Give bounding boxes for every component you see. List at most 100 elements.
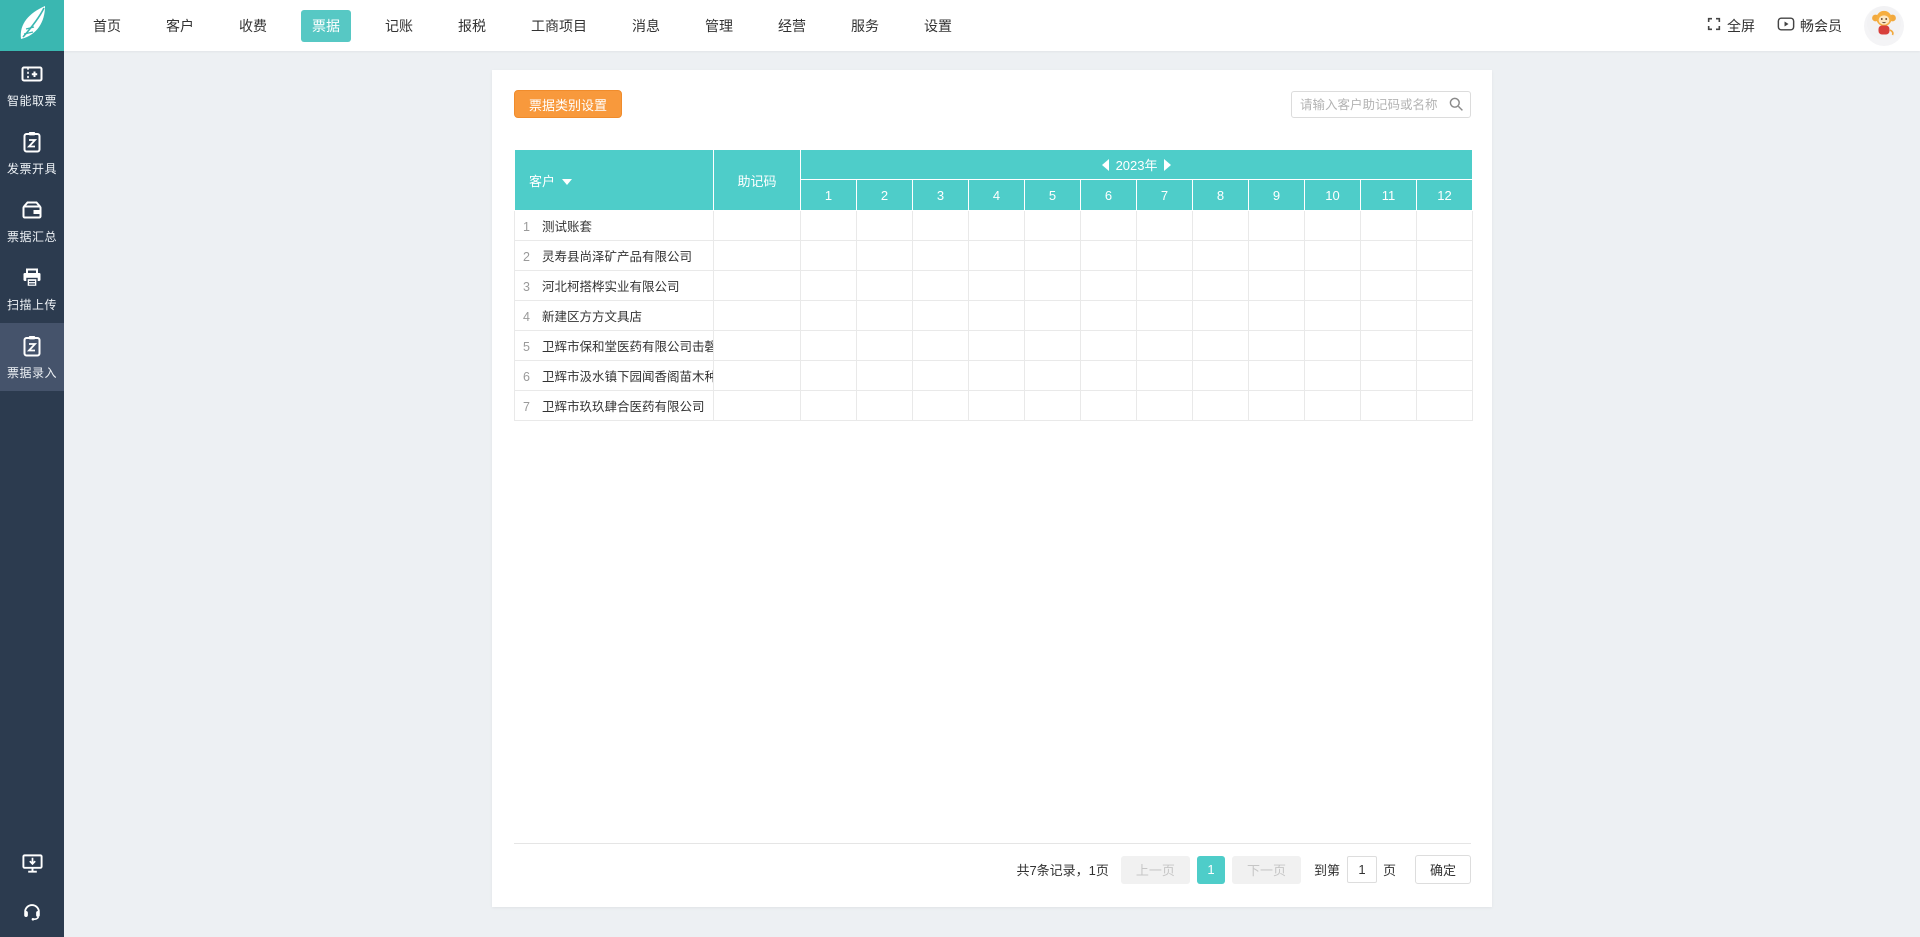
month-cell[interactable] <box>1361 391 1417 421</box>
month-cell[interactable] <box>801 331 857 361</box>
month-cell[interactable] <box>913 361 969 391</box>
nav-item-2[interactable]: 客户 <box>155 10 205 42</box>
month-cell[interactable] <box>1305 361 1361 391</box>
month-cell[interactable] <box>1305 211 1361 241</box>
month-cell[interactable] <box>1193 241 1249 271</box>
month-cell[interactable] <box>1361 271 1417 301</box>
month-cell[interactable] <box>1137 361 1193 391</box>
page-1-button[interactable]: 1 <box>1197 856 1225 884</box>
month-cell[interactable] <box>1193 301 1249 331</box>
customer-cell[interactable]: 3河北柯搭桦实业有限公司 <box>515 271 714 301</box>
sidebar-item-2[interactable]: 发票开具 <box>0 119 64 187</box>
app-logo[interactable] <box>0 0 64 51</box>
month-cell[interactable] <box>1249 211 1305 241</box>
month-cell[interactable] <box>913 271 969 301</box>
month-cell[interactable] <box>801 391 857 421</box>
headset-button[interactable] <box>0 890 64 937</box>
month-cell[interactable] <box>1193 391 1249 421</box>
goto-confirm-button[interactable]: 确定 <box>1415 855 1471 884</box>
month-cell[interactable] <box>801 301 857 331</box>
customer-cell[interactable]: 5卫辉市保和堂医药有限公司击磬... <box>515 331 714 361</box>
month-cell[interactable] <box>857 391 913 421</box>
month-cell[interactable] <box>1025 301 1081 331</box>
month-cell[interactable] <box>969 361 1025 391</box>
avatar[interactable] <box>1864 6 1904 46</box>
month-cell[interactable] <box>857 271 913 301</box>
month-cell[interactable] <box>969 241 1025 271</box>
month-cell[interactable] <box>1361 331 1417 361</box>
nav-item-4[interactable]: 票据 <box>301 10 351 42</box>
month-cell[interactable] <box>1249 361 1305 391</box>
month-cell[interactable] <box>1417 301 1473 331</box>
month-cell[interactable] <box>1361 361 1417 391</box>
month-cell[interactable] <box>1193 211 1249 241</box>
month-cell[interactable] <box>1193 331 1249 361</box>
next-year-arrow-icon[interactable] <box>1164 159 1171 171</box>
search-icon[interactable] <box>1448 96 1464 117</box>
month-cell[interactable] <box>1137 391 1193 421</box>
month-cell[interactable] <box>1417 241 1473 271</box>
sidebar-item-4[interactable]: 扫描上传 <box>0 255 64 323</box>
month-cell[interactable] <box>1361 241 1417 271</box>
month-cell[interactable] <box>1025 271 1081 301</box>
month-cell[interactable] <box>1081 301 1137 331</box>
month-cell[interactable] <box>1249 391 1305 421</box>
month-cell[interactable] <box>1361 211 1417 241</box>
nav-item-12[interactable]: 设置 <box>913 10 963 42</box>
month-cell[interactable] <box>969 301 1025 331</box>
month-cell[interactable] <box>857 241 913 271</box>
month-cell[interactable] <box>857 361 913 391</box>
sidebar-item-5[interactable]: 票据录入 <box>0 323 64 391</box>
nav-item-7[interactable]: 工商项目 <box>520 10 598 42</box>
nav-item-3[interactable]: 收费 <box>228 10 278 42</box>
month-cell[interactable] <box>1025 361 1081 391</box>
month-cell[interactable] <box>1137 331 1193 361</box>
month-cell[interactable] <box>1137 301 1193 331</box>
month-cell[interactable] <box>969 391 1025 421</box>
ticket-category-settings-button[interactable]: 票据类别设置 <box>514 90 622 118</box>
sidebar-item-1[interactable]: 智能取票 <box>0 51 64 119</box>
month-cell[interactable] <box>1417 211 1473 241</box>
customer-cell[interactable]: 2灵寿县尚泽矿产品有限公司 <box>515 241 714 271</box>
month-cell[interactable] <box>1249 301 1305 331</box>
month-cell[interactable] <box>1025 331 1081 361</box>
month-cell[interactable] <box>1025 391 1081 421</box>
month-cell[interactable] <box>1193 361 1249 391</box>
sidebar-item-3[interactable]: 票据汇总 <box>0 187 64 255</box>
month-cell[interactable] <box>1249 241 1305 271</box>
month-cell[interactable] <box>1305 391 1361 421</box>
month-cell[interactable] <box>913 391 969 421</box>
prev-page-button[interactable]: 上一页 <box>1121 856 1190 884</box>
nav-item-5[interactable]: 记账 <box>374 10 424 42</box>
month-cell[interactable] <box>913 331 969 361</box>
month-cell[interactable] <box>1417 271 1473 301</box>
nav-item-1[interactable]: 首页 <box>82 10 132 42</box>
nav-item-6[interactable]: 报税 <box>447 10 497 42</box>
month-cell[interactable] <box>801 361 857 391</box>
goto-page-input[interactable] <box>1347 856 1377 883</box>
customer-column-header[interactable]: 客户 <box>515 150 714 211</box>
customer-cell[interactable]: 1测试账套 <box>515 211 714 241</box>
month-cell[interactable] <box>1025 241 1081 271</box>
month-cell[interactable] <box>1305 301 1361 331</box>
customer-cell[interactable]: 4新建区方方文具店 <box>515 301 714 331</box>
month-cell[interactable] <box>1305 271 1361 301</box>
month-cell[interactable] <box>1137 271 1193 301</box>
month-cell[interactable] <box>1081 271 1137 301</box>
month-cell[interactable] <box>1081 361 1137 391</box>
month-cell[interactable] <box>857 331 913 361</box>
nav-item-9[interactable]: 管理 <box>694 10 744 42</box>
prev-year-arrow-icon[interactable] <box>1102 159 1109 171</box>
month-cell[interactable] <box>969 211 1025 241</box>
month-cell[interactable] <box>1249 271 1305 301</box>
month-cell[interactable] <box>801 241 857 271</box>
month-cell[interactable] <box>1417 391 1473 421</box>
month-cell[interactable] <box>913 301 969 331</box>
month-cell[interactable] <box>1417 361 1473 391</box>
month-cell[interactable] <box>913 241 969 271</box>
month-cell[interactable] <box>1137 241 1193 271</box>
search-input[interactable] <box>1291 91 1471 118</box>
month-cell[interactable] <box>1193 271 1249 301</box>
nav-item-8[interactable]: 消息 <box>621 10 671 42</box>
month-cell[interactable] <box>1361 301 1417 331</box>
